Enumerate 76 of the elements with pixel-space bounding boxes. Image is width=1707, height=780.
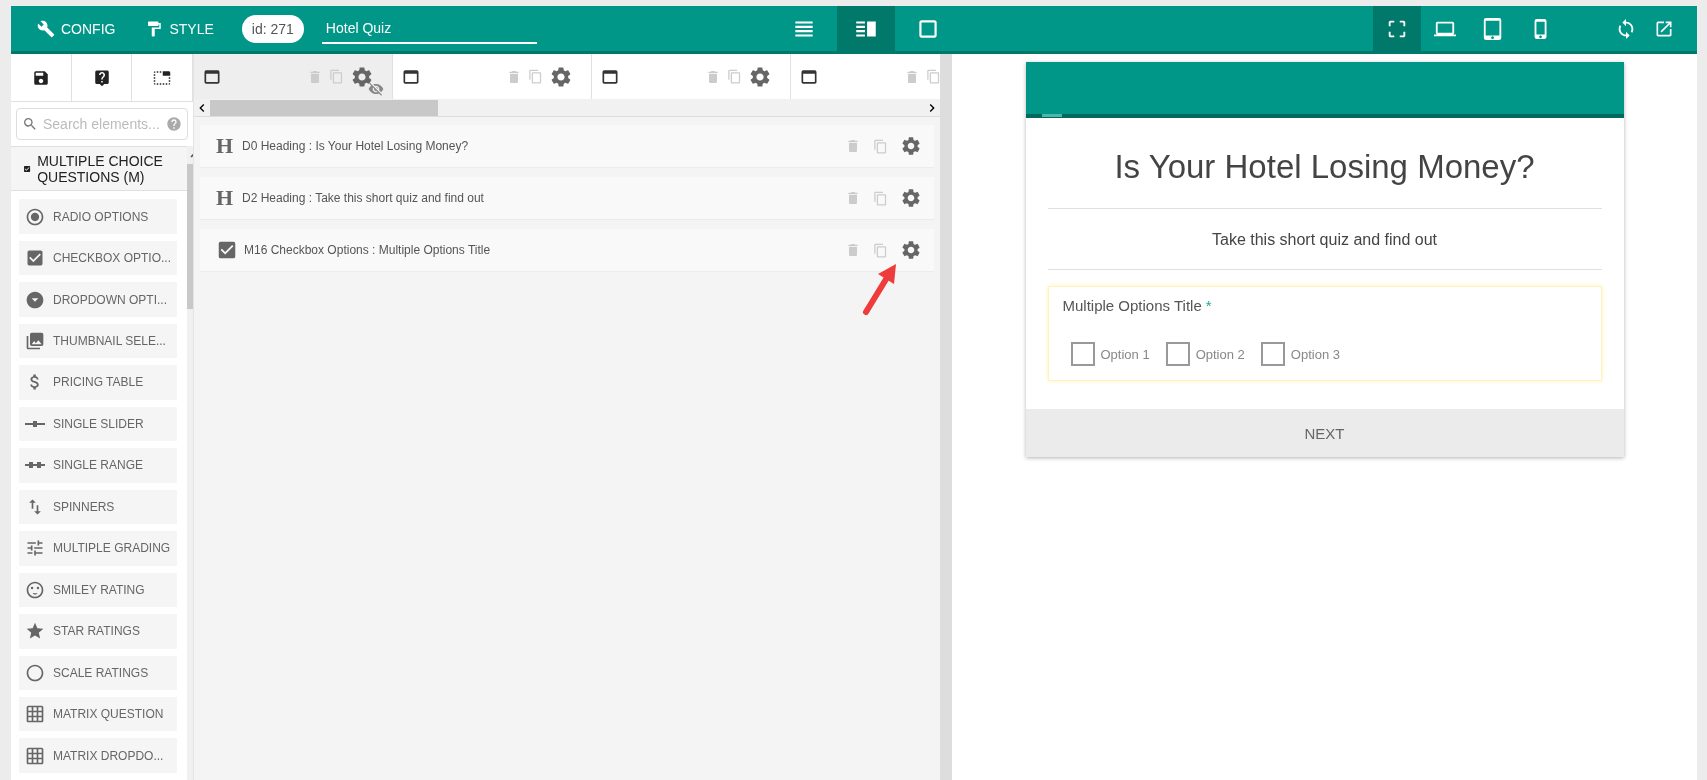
delete-icon[interactable]	[845, 190, 861, 206]
save-icon	[31, 68, 50, 87]
settings-icon[interactable]	[900, 239, 922, 261]
element-item[interactable]: MATRIX DROPDO...	[19, 738, 178, 773]
element-item[interactable]: THUMBNAIL SELE...	[19, 323, 178, 359]
option-checkbox[interactable]: Option 2	[1165, 342, 1245, 366]
element-item[interactable]: DROPDOWN OPTI...	[19, 282, 178, 317]
question-title: Multiple Options Title *	[1062, 297, 1213, 314]
settings-icon[interactable]	[549, 64, 573, 89]
smiley-icon	[25, 579, 45, 600]
form-subtitle: Take this short quiz and find out	[1047, 209, 1602, 270]
checkbox-icon	[216, 239, 238, 261]
sliders-icon	[25, 538, 45, 559]
menu-button[interactable]: STYLE	[133, 19, 226, 38]
search-field[interactable]: Search elements...	[16, 108, 188, 140]
checkbox-icon	[25, 248, 45, 269]
settings-icon[interactable]	[900, 187, 922, 209]
element-item[interactable]: SPINNERS	[19, 489, 178, 525]
copy-icon[interactable]	[926, 69, 940, 84]
element-item[interactable]: PRICING TABLE	[19, 365, 178, 400]
element-item[interactable]: SINGLE SLIDER	[19, 406, 178, 442]
element-item[interactable]: STAR RATINGS	[19, 614, 178, 649]
heading-icon: H	[216, 133, 236, 159]
paint-roller-icon	[145, 19, 164, 38]
copy-icon[interactable]	[873, 242, 888, 258]
copy-icon[interactable]	[873, 190, 888, 206]
element-label: D2 Heading : Take this short quiz and find out	[242, 191, 485, 205]
element-row[interactable]: H D2 Heading : Take this short quiz and find out	[200, 177, 934, 219]
copy-icon[interactable]	[528, 69, 543, 84]
device-button[interactable]	[1373, 6, 1421, 51]
element-item[interactable]: CHECKBOX OPTIO...	[19, 240, 178, 276]
id-badge: id: 271	[241, 14, 304, 43]
element-item[interactable]: MULTIPLE GRADING	[19, 531, 178, 566]
radio-icon	[25, 206, 45, 227]
dotted-frame-icon	[153, 68, 172, 87]
element-item[interactable]: SINGLE RANGE	[19, 448, 178, 483]
menu-button[interactable]: CONFIG	[25, 19, 128, 38]
copy-icon[interactable]	[727, 69, 742, 84]
element-item[interactable]: RADIO OPTIONS	[19, 199, 178, 234]
element-row[interactable]: M16 Checkbox Options : Multiple Options Title	[200, 229, 934, 271]
settings-icon[interactable]	[900, 135, 922, 157]
element-row[interactable]: H D0 Heading : Is Your Hotel Losing Money?	[200, 125, 934, 167]
settings-icon[interactable]	[748, 64, 772, 89]
dropdown-icon	[25, 289, 45, 310]
form-title: Is Your Hotel Losing Money?	[1047, 118, 1602, 209]
search-icon	[22, 116, 38, 132]
page-tab[interactable]	[194, 54, 393, 99]
copy-icon[interactable]	[873, 138, 888, 154]
option-checkbox[interactable]: Option 3	[1260, 342, 1340, 366]
delete-icon[interactable]	[845, 138, 861, 154]
next-button[interactable]: NEXT	[1025, 409, 1624, 457]
settings-icon[interactable]	[350, 64, 374, 89]
option-checkbox[interactable]: Option 1	[1070, 342, 1150, 366]
delete-icon[interactable]	[845, 242, 861, 258]
range-icon	[25, 462, 45, 469]
help-icon	[92, 68, 111, 87]
heading-icon: H	[216, 185, 236, 211]
tablet-icon	[1482, 17, 1504, 40]
element-item[interactable]: SMILEY RATING	[19, 572, 178, 608]
delete-icon[interactable]	[904, 68, 920, 85]
delete-icon[interactable]	[705, 68, 721, 85]
category-header[interactable]: MULTIPLE CHOICE QUESTIONS (M)	[11, 146, 188, 192]
horizontal-scrollbar[interactable]	[194, 99, 940, 117]
grid-icon	[25, 745, 45, 766]
slider-icon	[25, 420, 45, 427]
wrench-icon	[37, 19, 55, 38]
element-item[interactable]: MATRIX QUESTION	[19, 696, 178, 732]
element-label: D0 Heading : Is Your Hotel Losing Money?	[242, 139, 470, 153]
grid-icon	[25, 704, 45, 725]
layout-button[interactable]	[837, 6, 895, 51]
help-icon	[166, 116, 182, 132]
element-item[interactable]: SCALE RATINGS	[19, 655, 178, 690]
form-name-field[interactable]: Hotel Quiz	[321, 13, 537, 44]
element-label: M16 Checkbox Options : Multiple Options Title	[244, 243, 492, 257]
delete-icon[interactable]	[506, 68, 522, 85]
images-icon	[25, 331, 45, 351]
